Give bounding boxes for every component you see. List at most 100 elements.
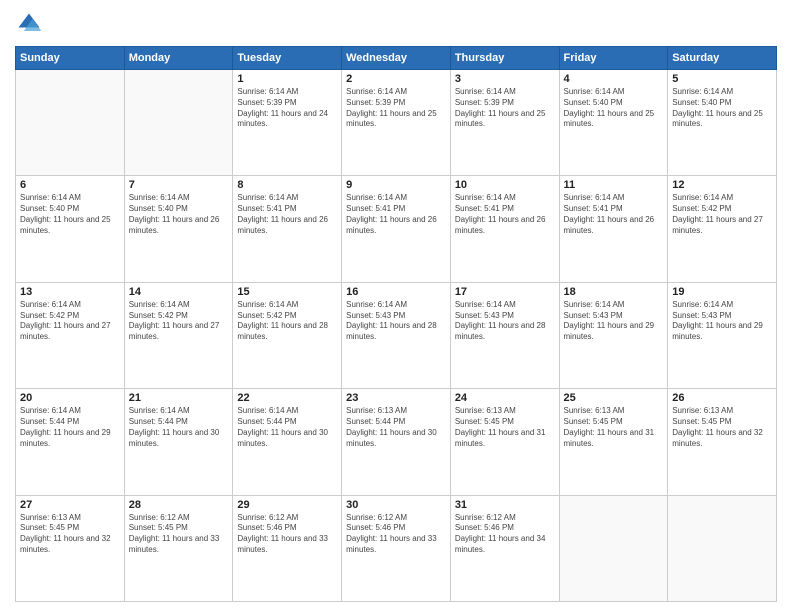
calendar-day-cell: 18Sunrise: 6:14 AM Sunset: 5:43 PM Dayli…	[559, 282, 668, 388]
calendar-day-cell: 15 Sunrise: 6:14 AM Sunset: 5:42 PM Dayli…	[233, 282, 342, 388]
day-number: 4	[564, 73, 664, 85]
day-detail: Sunrise: 6:14 AM Sunset: 5:44 PM Dayligh…	[129, 406, 229, 449]
day-detail: Sunrise: 6:14 AM Sunset: 5:39 PM Dayligh…	[346, 87, 446, 130]
day-number: 21	[129, 392, 229, 404]
day-detail: Sunrise: 6:12 AM Sunset: 5:46 PM Dayligh…	[455, 513, 555, 556]
day-detail: Sunrise: 6:14 AM Sunset: 5:40 PM Dayligh…	[672, 87, 772, 130]
day-number: 25	[564, 392, 664, 404]
day-detail: Sunrise: 6:14 AM Sunset: 5:40 PM Dayligh…	[564, 87, 664, 130]
calendar-day-cell: 29 Sunrise: 6:12 AM Sunset: 5:46 PM Dayli…	[233, 495, 342, 601]
day-number: 9	[346, 179, 446, 191]
day-number: 30	[346, 499, 446, 511]
page: SundayMondayTuesdayWednesdayThursdayFrid…	[0, 0, 792, 612]
calendar-header-cell: Friday	[559, 47, 668, 70]
calendar-day-cell: 7 Sunrise: 6:14 AM Sunset: 5:40 PM Daylig…	[124, 176, 233, 282]
calendar-day-cell: 5 Sunrise: 6:14 AM Sunset: 5:40 PM Daylig…	[668, 70, 777, 176]
day-detail: Sunrise: 6:13 AM Sunset: 5:44 PM Dayligh…	[346, 406, 446, 449]
calendar-week-row: 6 Sunrise: 6:14 AM Sunset: 5:40 PM Daylig…	[16, 176, 777, 282]
calendar-day-cell	[124, 70, 233, 176]
calendar-day-cell	[668, 495, 777, 601]
day-detail: Sunrise: 6:13 AM Sunset: 5:45 PM Dayligh…	[564, 406, 664, 449]
day-number: 3	[455, 73, 555, 85]
day-detail: Sunrise: 6:13 AM Sunset: 5:45 PM Dayligh…	[455, 406, 555, 449]
logo	[15, 10, 47, 38]
calendar-header-cell: Thursday	[450, 47, 559, 70]
calendar-day-cell: 3 Sunrise: 6:14 AM Sunset: 5:39 PM Daylig…	[450, 70, 559, 176]
day-number: 6	[20, 179, 120, 191]
calendar-day-cell: 26Sunrise: 6:13 AM Sunset: 5:45 PM Dayli…	[668, 389, 777, 495]
calendar-day-cell: 30 Sunrise: 6:12 AM Sunset: 5:46 PM Dayli…	[342, 495, 451, 601]
calendar-day-cell: 16 Sunrise: 6:14 AM Sunset: 5:43 PM Dayli…	[342, 282, 451, 388]
calendar-day-cell: 23 Sunrise: 6:13 AM Sunset: 5:44 PM Dayli…	[342, 389, 451, 495]
day-number: 8	[237, 179, 337, 191]
day-detail: Sunrise: 6:14 AM Sunset: 5:42 PM Dayligh…	[672, 193, 772, 236]
day-number: 7	[129, 179, 229, 191]
calendar-day-cell: 28Sunrise: 6:12 AM Sunset: 5:45 PM Dayli…	[124, 495, 233, 601]
day-detail: Sunrise: 6:14 AM Sunset: 5:41 PM Dayligh…	[564, 193, 664, 236]
calendar-day-cell: 9 Sunrise: 6:14 AM Sunset: 5:41 PM Daylig…	[342, 176, 451, 282]
calendar-day-cell: 4 Sunrise: 6:14 AM Sunset: 5:40 PM Daylig…	[559, 70, 668, 176]
day-number: 18	[564, 286, 664, 298]
day-number: 22	[237, 392, 337, 404]
calendar-week-row: 27Sunrise: 6:13 AM Sunset: 5:45 PM Dayli…	[16, 495, 777, 601]
calendar-day-cell: 19 Sunrise: 6:14 AM Sunset: 5:43 PM Dayli…	[668, 282, 777, 388]
day-detail: Sunrise: 6:14 AM Sunset: 5:43 PM Dayligh…	[672, 300, 772, 343]
calendar-day-cell: 8 Sunrise: 6:14 AM Sunset: 5:41 PM Daylig…	[233, 176, 342, 282]
day-number: 16	[346, 286, 446, 298]
day-detail: Sunrise: 6:13 AM Sunset: 5:45 PM Dayligh…	[20, 513, 120, 556]
day-number: 19	[672, 286, 772, 298]
calendar-day-cell: 11 Sunrise: 6:14 AM Sunset: 5:41 PM Dayli…	[559, 176, 668, 282]
day-number: 13	[20, 286, 120, 298]
day-number: 24	[455, 392, 555, 404]
day-detail: Sunrise: 6:14 AM Sunset: 5:42 PM Dayligh…	[20, 300, 120, 343]
calendar-day-cell	[16, 70, 125, 176]
day-detail: Sunrise: 6:14 AM Sunset: 5:42 PM Dayligh…	[237, 300, 337, 343]
day-number: 11	[564, 179, 664, 191]
day-detail: Sunrise: 6:14 AM Sunset: 5:43 PM Dayligh…	[346, 300, 446, 343]
day-number: 2	[346, 73, 446, 85]
calendar-week-row: 1 Sunrise: 6:14 AM Sunset: 5:39 PM Daylig…	[16, 70, 777, 176]
day-number: 17	[455, 286, 555, 298]
calendar-day-cell: 12 Sunrise: 6:14 AM Sunset: 5:42 PM Dayli…	[668, 176, 777, 282]
day-number: 23	[346, 392, 446, 404]
day-number: 1	[237, 73, 337, 85]
day-detail: Sunrise: 6:14 AM Sunset: 5:41 PM Dayligh…	[237, 193, 337, 236]
calendar-day-cell: 2 Sunrise: 6:14 AM Sunset: 5:39 PM Daylig…	[342, 70, 451, 176]
calendar-week-row: 13 Sunrise: 6:14 AM Sunset: 5:42 PM Dayli…	[16, 282, 777, 388]
day-number: 12	[672, 179, 772, 191]
calendar-day-cell: 31 Sunrise: 6:12 AM Sunset: 5:46 PM Dayli…	[450, 495, 559, 601]
calendar-header-cell: Tuesday	[233, 47, 342, 70]
calendar-day-cell: 21 Sunrise: 6:14 AM Sunset: 5:44 PM Dayli…	[124, 389, 233, 495]
calendar-day-cell: 1 Sunrise: 6:14 AM Sunset: 5:39 PM Daylig…	[233, 70, 342, 176]
calendar-header-cell: Sunday	[16, 47, 125, 70]
calendar-header-cell: Wednesday	[342, 47, 451, 70]
day-detail: Sunrise: 6:14 AM Sunset: 5:40 PM Dayligh…	[20, 193, 120, 236]
calendar-day-cell: 24 Sunrise: 6:13 AM Sunset: 5:45 PM Dayli…	[450, 389, 559, 495]
calendar-day-cell: 25 Sunrise: 6:13 AM Sunset: 5:45 PM Dayli…	[559, 389, 668, 495]
calendar-header-cell: Saturday	[668, 47, 777, 70]
calendar-day-cell: 14Sunrise: 6:14 AM Sunset: 5:42 PM Dayli…	[124, 282, 233, 388]
day-detail: Sunrise: 6:12 AM Sunset: 5:46 PM Dayligh…	[237, 513, 337, 556]
day-number: 28	[129, 499, 229, 511]
day-detail: Sunrise: 6:14 AM Sunset: 5:40 PM Dayligh…	[129, 193, 229, 236]
day-number: 20	[20, 392, 120, 404]
day-detail: Sunrise: 6:14 AM Sunset: 5:42 PM Dayligh…	[129, 300, 229, 343]
day-number: 31	[455, 499, 555, 511]
calendar-day-cell: 17Sunrise: 6:14 AM Sunset: 5:43 PM Dayli…	[450, 282, 559, 388]
header	[15, 10, 777, 38]
day-detail: Sunrise: 6:13 AM Sunset: 5:45 PM Dayligh…	[672, 406, 772, 449]
day-detail: Sunrise: 6:14 AM Sunset: 5:39 PM Dayligh…	[237, 87, 337, 130]
day-detail: Sunrise: 6:12 AM Sunset: 5:46 PM Dayligh…	[346, 513, 446, 556]
logo-icon	[15, 10, 43, 38]
day-detail: Sunrise: 6:14 AM Sunset: 5:41 PM Dayligh…	[455, 193, 555, 236]
calendar-day-cell: 10Sunrise: 6:14 AM Sunset: 5:41 PM Dayli…	[450, 176, 559, 282]
calendar-week-row: 20 Sunrise: 6:14 AM Sunset: 5:44 PM Dayli…	[16, 389, 777, 495]
day-number: 15	[237, 286, 337, 298]
calendar-day-cell: 13 Sunrise: 6:14 AM Sunset: 5:42 PM Dayli…	[16, 282, 125, 388]
day-detail: Sunrise: 6:14 AM Sunset: 5:41 PM Dayligh…	[346, 193, 446, 236]
calendar-day-cell	[559, 495, 668, 601]
day-detail: Sunrise: 6:14 AM Sunset: 5:39 PM Dayligh…	[455, 87, 555, 130]
calendar-day-cell: 6 Sunrise: 6:14 AM Sunset: 5:40 PM Daylig…	[16, 176, 125, 282]
day-number: 5	[672, 73, 772, 85]
day-number: 29	[237, 499, 337, 511]
